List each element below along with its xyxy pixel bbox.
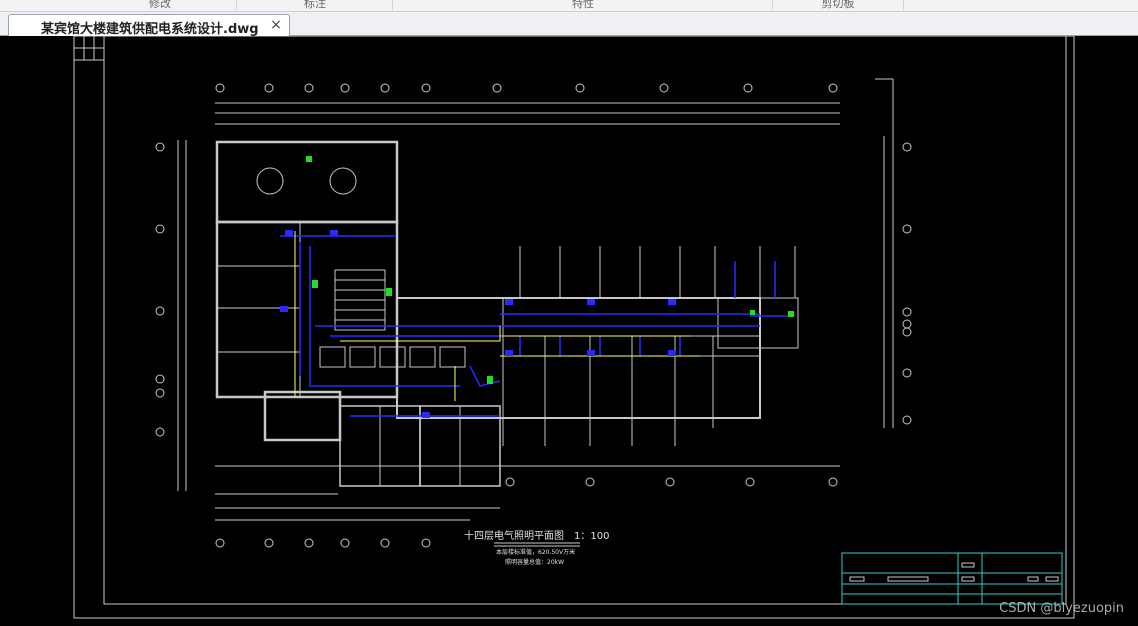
watermark: CSDN @biyezuopin [999,601,1124,616]
ribbon-group-annotate[interactable]: 标注 [295,0,335,11]
drawing-note-2: 照明容量总值：20kW [505,558,564,566]
cad-drawing: 十四层电气照明平面图 1：100 本层楼标准值，620.50V万米 照明容量总值… [73,36,1075,619]
document-tab[interactable]: 某宾馆大楼建筑供配电系统设计.dwg × [8,14,290,37]
right-stair [717,297,799,349]
title-block [841,552,1063,605]
elevator [439,346,466,368]
elevator [349,346,376,368]
ribbon-group-properties[interactable]: 特性 [563,0,603,11]
ribbon-group-modify[interactable]: 修改 [140,0,180,11]
emergency-circuits [294,231,700,401]
equipment-circle [256,167,284,195]
ribbon-separator [392,0,393,12]
title-block-text-marks [849,562,1059,582]
building-wing-east [396,297,761,419]
elevator [379,346,406,368]
drawing-title: 十四层电气照明平面图 1：100 [464,529,609,542]
ribbon-separator [236,0,237,12]
drawing-canvas[interactable]: 十四层电气照明平面图 1：100 本层楼标准值，620.50V万米 照明容量总值… [0,36,1138,626]
ribbon-group-clipboard[interactable]: 剪切板 [810,0,866,11]
switch-symbols [280,230,676,418]
equipment-circle [329,167,357,195]
elevator [319,346,346,368]
sheet-inner-border [103,36,1067,605]
machine-room [215,140,399,224]
building-wing-lower [263,390,342,442]
close-icon[interactable]: × [269,17,283,33]
ribbon-separator [772,0,773,12]
elevator [409,346,436,368]
document-tab-title[interactable]: 某宾馆大楼建筑供配电系统设计.dwg [41,18,259,37]
drawing-note-1: 本层楼标准值，620.50V万米 [496,548,575,556]
document-tab-bar: 某宾馆大楼建筑供配电系统设计.dwg × [0,12,1138,37]
ribbon: 修改 标注 特性 剪切板 [0,0,1138,12]
ribbon-separator [903,0,904,12]
